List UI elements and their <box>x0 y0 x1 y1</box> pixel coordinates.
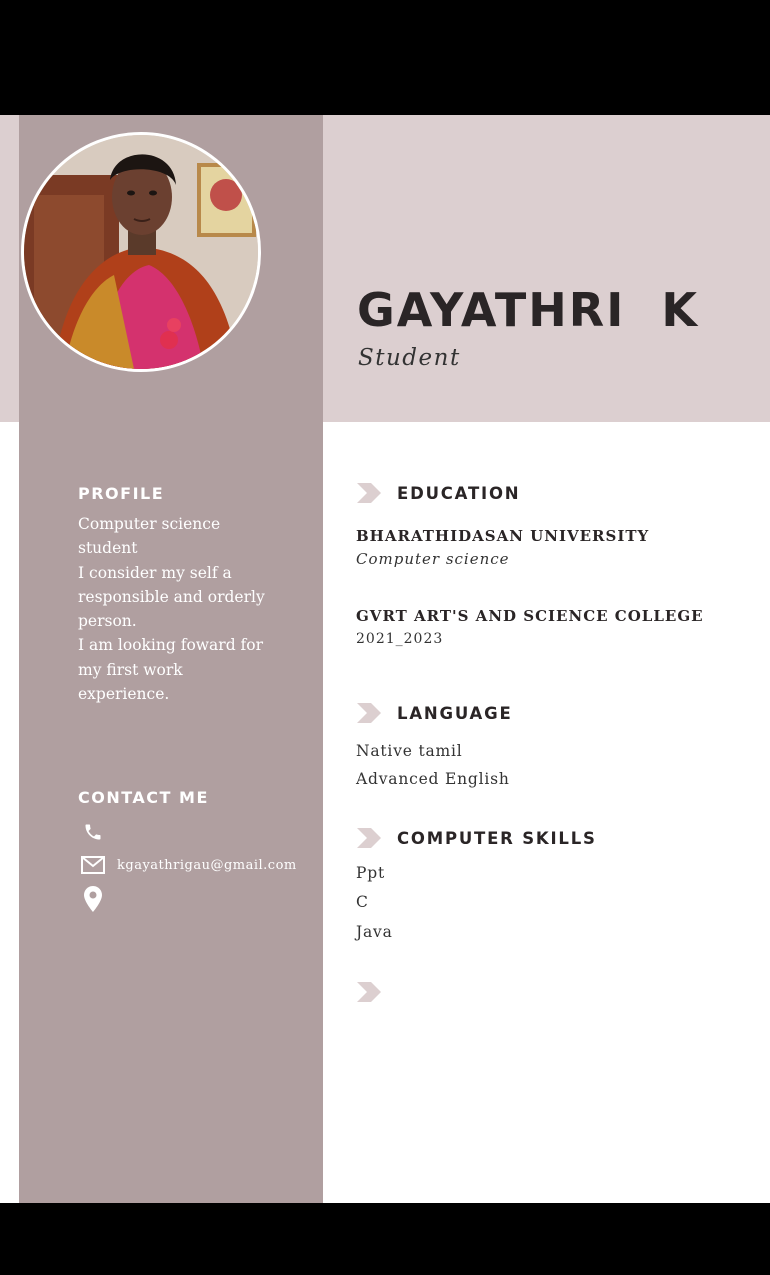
profile-photo <box>21 132 261 372</box>
empty-section-header <box>357 982 383 1002</box>
person-title: Student <box>358 345 461 371</box>
education-section-header: EDUCATION <box>357 483 520 503</box>
contact-location <box>80 885 106 913</box>
contact-heading: CONTACT ME <box>78 788 209 807</box>
contact-email[interactable]: kgayathrigau@gmail.com <box>80 854 297 876</box>
profile-line: my first work <box>78 660 183 679</box>
profile-line: responsible and orderly <box>78 587 265 606</box>
skill-item: C <box>356 893 369 911</box>
skills-heading: COMPUTER SKILLS <box>397 828 597 848</box>
skill-item: Ppt <box>356 864 385 882</box>
profile-line: I am looking foward for <box>78 636 264 655</box>
chevron-right-icon <box>357 483 383 503</box>
phone-icon <box>80 821 106 843</box>
language-item: Native tamil <box>356 742 463 760</box>
skill-item: Java <box>356 923 393 941</box>
portrait-image <box>24 135 258 369</box>
profile-line: experience. <box>78 685 170 704</box>
education-institution: GVRT ART'S AND SCIENCE COLLEGE <box>356 607 704 625</box>
language-item: Advanced English <box>356 770 510 788</box>
location-pin-icon <box>80 885 106 913</box>
education-institution: BHARATHIDASAN UNIVERSITY <box>356 527 650 545</box>
resume-page: GAYATHRI K Student PROFILE Computer scie… <box>0 115 770 1203</box>
contact-phone <box>80 821 106 843</box>
chevron-right-icon <box>357 703 383 723</box>
profile-line: Computer science <box>78 515 221 533</box>
mail-icon <box>80 854 106 876</box>
profile-line: student <box>78 539 138 558</box>
chevron-right-icon <box>357 828 383 848</box>
person-name: GAYATHRI K <box>357 283 699 337</box>
chevron-right-icon <box>357 982 383 1002</box>
profile-line: I consider my self a <box>78 563 232 582</box>
education-heading: EDUCATION <box>397 483 521 503</box>
profile-line: person. <box>78 612 137 631</box>
education-detail: Computer science <box>356 550 510 568</box>
skills-section-header: COMPUTER SKILLS <box>357 828 597 848</box>
email-text[interactable]: kgayathrigau@gmail.com <box>117 858 297 873</box>
language-heading: LANGUAGE <box>397 703 513 723</box>
profile-text: Computer science student I consider my s… <box>78 512 283 706</box>
profile-heading: PROFILE <box>78 484 165 503</box>
education-detail: 2021_2023 <box>356 631 444 647</box>
language-section-header: LANGUAGE <box>357 703 513 723</box>
